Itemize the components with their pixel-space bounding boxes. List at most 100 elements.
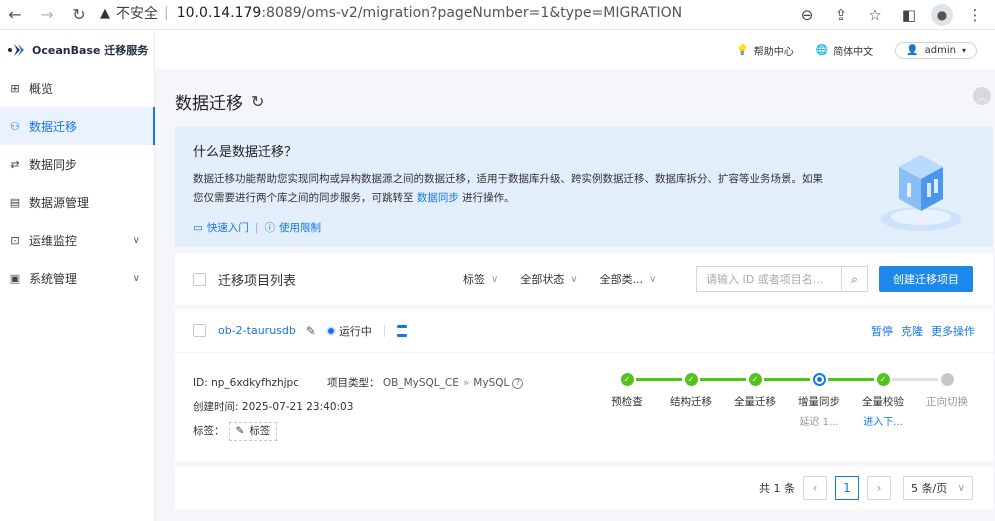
sidebar-item-5[interactable]: ▣ 系统管理 ∨: [0, 259, 154, 297]
intro-title: 什么是数据迁移？: [193, 145, 298, 160]
chevron-down-icon: ∨: [491, 273, 499, 285]
edit-icon[interactable]: ✎: [306, 324, 316, 338]
type-label: 项目类型：: [327, 377, 380, 389]
collapse-up-icon[interactable]: ︿: [973, 87, 991, 105]
user-menu-button[interactable]: 👤 admin ▾: [895, 41, 977, 59]
meta-row-id: ID: np_6xdkyfhzhjpc 项目类型： OB_MySQL_CE» My…: [193, 371, 524, 395]
sidebar-item-label: 数据迁移: [29, 119, 78, 134]
oceanbase-logo-icon: [8, 44, 26, 56]
sidepanel-icon[interactable]: ◧: [897, 3, 921, 27]
status-filter-label: 全部状态: [520, 273, 565, 286]
video-icon: ▭: [193, 221, 203, 234]
created-label: 创建时间:: [193, 401, 239, 413]
page-1-button[interactable]: 1: [835, 476, 859, 500]
top-header: 💡 帮助中心 🌐 简体中文 👤 admin ▾: [155, 31, 995, 69]
pause-button[interactable]: 暂停: [871, 323, 893, 339]
step-4: ✓ 全量校验进入下...: [851, 373, 915, 428]
bookmark-star-icon[interactable]: ☆: [863, 3, 887, 27]
sidebar-item-2[interactable]: ⇄ 数据同步: [0, 145, 154, 183]
search-input[interactable]: [697, 267, 841, 291]
lightbulb-icon: 💡: [736, 44, 749, 56]
usage-limits-link[interactable]: 使用限制: [279, 220, 321, 235]
id-value: np_6xdkyfhzhjpc: [211, 377, 300, 389]
brand-name: OceanBase 迁移服务: [32, 44, 149, 57]
step-5: 正向切换: [915, 373, 979, 409]
url-separator: |: [164, 5, 169, 21]
tag-filter[interactable]: 标签 ∨: [463, 271, 498, 287]
pagination: 共 1 条 ‹ 1 › 5 条/页 ∨: [175, 467, 993, 509]
type-target: MySQL: [473, 377, 510, 389]
project-meta: ID: np_6xdkyfhzhjpc 项目类型： OB_MySQL_CE» My…: [193, 371, 524, 443]
step-label: 全量校验: [862, 396, 904, 408]
status-text: 运行中: [338, 324, 372, 338]
sidebar-item-label: 概览: [29, 81, 54, 96]
browser-toolbar: ← → ↻ ▲ 不安全 | 10.0.14.179:8089/oms-v2/mi…: [0, 0, 995, 30]
step-label: 预检查: [611, 396, 643, 408]
check-icon: ✓: [748, 373, 762, 386]
help-center-link[interactable]: 💡 帮助中心: [736, 43, 793, 58]
datasource-icon: ▤: [9, 195, 21, 209]
prev-page-icon[interactable]: ‹: [803, 476, 827, 500]
add-tag-button[interactable]: ✎ 标签: [228, 421, 278, 441]
step-sub[interactable]: 进入下...: [851, 413, 915, 428]
link-divider: |: [254, 221, 259, 234]
sidebar-item-0[interactable]: ⊞ 概览: [0, 69, 154, 107]
project-name-link[interactable]: ob-2-taurusdb: [218, 324, 296, 337]
help-icon[interactable]: ?: [512, 377, 524, 389]
meta-row-tags: 标签： ✎ 标签: [193, 419, 523, 443]
brand-logo[interactable]: OceanBase 迁移服务: [0, 31, 154, 69]
url-path: :8089/oms-v2/migration?pageNumber=1&type…: [261, 5, 683, 21]
filters: 标签 ∨ 全部状态 ∨ 全部类... ∨: [463, 253, 678, 305]
search-box: ⌕: [696, 266, 868, 292]
sidebar-item-label: 数据同步: [29, 157, 78, 172]
address-bar[interactable]: ▲ 不安全 | 10.0.14.179:8089/oms-v2/migratio…: [100, 0, 800, 26]
migration-steps: ✓ 预检查 ✓ 结构迁移 ✓ 全量迁移 增量同步 延迟 1... ✓ 全量校验 进入下... 正向切换: [595, 373, 975, 453]
refresh-icon[interactable]: ↻: [251, 92, 264, 111]
status-dot: [327, 327, 334, 334]
sidebar-item-label: 数据源管理: [29, 195, 90, 210]
step-sub: 延迟 1...: [799, 417, 839, 428]
create-migration-button[interactable]: 创建迁移项目: [879, 266, 973, 292]
page-size-select[interactable]: 5 条/页 ∨: [903, 476, 973, 500]
search-icon[interactable]: ⌕: [841, 267, 867, 291]
status-filter[interactable]: 全部状态 ∨: [520, 271, 577, 287]
select-all-checkbox[interactable]: [193, 272, 206, 286]
share-icon[interactable]: ⇪: [829, 3, 853, 27]
reload-icon[interactable]: ↻: [68, 4, 90, 26]
sidebar-item-1[interactable]: ⚇ 数据迁移: [0, 107, 155, 145]
intro-links: ▭ 快速入门 | ⓘ 使用限制: [193, 220, 975, 235]
sidebar-item-4[interactable]: ⊡ 运维监控 ∨: [0, 221, 154, 259]
back-icon[interactable]: ←: [4, 4, 26, 26]
data-sync-link[interactable]: 数据同步: [417, 192, 459, 204]
type-filter[interactable]: 全部类... ∨: [600, 271, 657, 287]
more-actions-button[interactable]: 更多操作: [931, 323, 975, 339]
profile-avatar-icon[interactable]: ●: [931, 4, 953, 26]
project-checkbox[interactable]: [193, 324, 206, 337]
help-label: 帮助中心: [753, 46, 794, 58]
menu-kebab-icon[interactable]: ⋮: [963, 3, 987, 27]
meta-row-created: 创建时间: 2025-07-21 23:40:03: [193, 395, 523, 419]
user-name: admin: [924, 44, 956, 56]
check-icon: ✓: [876, 373, 890, 386]
globe-icon: 🌐: [815, 44, 829, 56]
check-icon: ✓: [684, 373, 698, 386]
intro-panel: 什么是数据迁移？ 数据迁移功能帮助您实现同构或异构数据源之间的数据迁移，适用于数…: [175, 127, 993, 247]
pending-icon: [940, 373, 954, 386]
sidebar-item-3[interactable]: ▤ 数据源管理: [0, 183, 154, 221]
project-card-header: ob-2-taurusdb ✎ 运行中 暂停 克隆 更多操作: [175, 309, 993, 353]
zoom-icon[interactable]: ⊖: [795, 3, 819, 27]
quick-start-link[interactable]: 快速入门: [207, 220, 249, 235]
pencil-icon: ✎: [235, 425, 245, 437]
step-label: 正向切换: [926, 396, 968, 408]
migration-icon: ⚇: [10, 119, 20, 133]
user-icon: 👤: [906, 44, 919, 56]
chevron-down-icon: ∨: [132, 272, 140, 284]
step-label: 全量迁移: [734, 396, 776, 408]
forward-icon[interactable]: →: [36, 4, 58, 26]
database-icon[interactable]: [396, 324, 407, 337]
project-toolbar: 迁移项目列表 标签 ∨ 全部状态 ∨ 全部类... ∨ ⌕ 创建迁移项目: [175, 253, 993, 305]
language-switcher[interactable]: 🌐 简体中文: [816, 43, 873, 58]
clone-button[interactable]: 克隆: [901, 323, 923, 339]
list-title: 迁移项目列表: [218, 273, 297, 289]
next-page-icon[interactable]: ›: [867, 476, 891, 500]
